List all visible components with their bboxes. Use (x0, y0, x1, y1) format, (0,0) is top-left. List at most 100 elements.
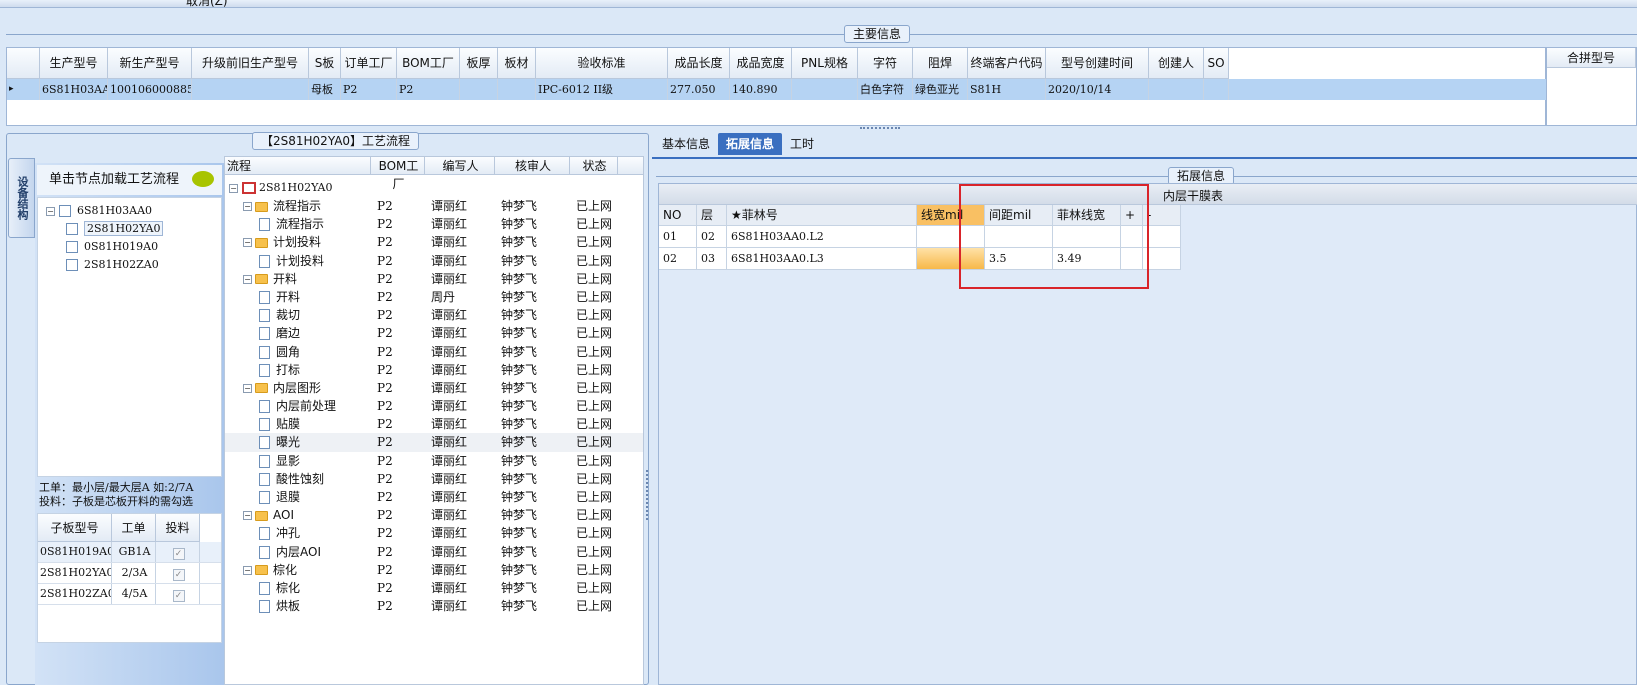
collapse-icon[interactable]: − (243, 565, 252, 575)
tree-node-label: 0S81H019A0 (84, 240, 159, 253)
flow-row[interactable]: 曝光 P2 谭丽红 钟梦飞 已上网 (225, 433, 643, 452)
table-cell: GB1A (112, 542, 156, 562)
side-tab-structure[interactable]: 设备结构 (8, 158, 35, 238)
document-icon (259, 527, 270, 541)
flow-row[interactable]: − 流程指示 P2 谭丽红 钟梦飞 已上网 (225, 197, 643, 215)
column-header[interactable]: 成品长度 (668, 48, 730, 79)
column-header[interactable]: PNL规格 (792, 48, 858, 79)
column-header[interactable]: 板厚 (460, 48, 498, 79)
column-header[interactable]: 新生产型号 (108, 48, 192, 79)
column-header[interactable]: 创建人 (1149, 48, 1204, 79)
tab-extended[interactable]: 拓展信息 (718, 133, 783, 155)
column-header[interactable]: S板 (309, 48, 341, 79)
flow-row[interactable]: − 计划投料 P2 谭丽红 钟梦飞 已上网 (225, 233, 643, 251)
column-header[interactable]: BOM工厂 (371, 157, 425, 191)
column-header[interactable]: 验收标准 (536, 48, 668, 79)
flow-root[interactable]: − 2S81H02YA0 (225, 178, 643, 197)
column-header[interactable]: SO (1204, 48, 1229, 79)
flow-cell-status: 已上网 (576, 362, 613, 377)
table-row[interactable]: 2S81H02YA0 2/3A ✓ (38, 563, 221, 584)
column-header[interactable]: 升级前旧生产型号 (192, 48, 309, 79)
flow-row[interactable]: − 棕化 P2 谭丽红 钟梦飞 已上网 (225, 561, 643, 579)
column-header[interactable]: 核审人 (495, 157, 570, 174)
tree-node[interactable]: − 6S81H03AA0 (38, 202, 221, 220)
tab-hours[interactable]: 工时 (782, 133, 822, 155)
load-hint: 单击节点加载工艺流程 (37, 165, 222, 195)
flow-name: 计划投料 (273, 235, 322, 250)
flow-row[interactable]: − 开料 P2 谭丽红 钟梦飞 已上网 (225, 270, 643, 288)
flow-cell-status: 已上网 (576, 599, 613, 614)
column-header[interactable]: 字符 (858, 48, 913, 79)
column-header[interactable]: 层 (697, 205, 727, 226)
flow-row[interactable]: 计划投料 P2 谭丽红 钟梦飞 已上网 (225, 252, 643, 270)
flow-cell-author: 周丹 (431, 289, 456, 304)
column-header[interactable]: 订单工厂 (341, 48, 397, 79)
column-header[interactable]: 投料 (156, 514, 200, 542)
flow-cell-status: 已上网 (576, 417, 613, 432)
cancel-button[interactable]: 取消(Z) (186, 0, 228, 9)
flow-cell-reviewer: 钟梦飞 (501, 562, 538, 577)
flow-row[interactable]: − AOI P2 谭丽红 钟梦飞 已上网 (225, 506, 643, 524)
checkbox[interactable]: ✓ (172, 590, 185, 602)
collapse-icon[interactable]: − (243, 511, 252, 521)
column-header[interactable]: 型号创建时间 (1046, 48, 1149, 79)
node-icon (59, 205, 71, 217)
column-header[interactable]: 流程 (225, 157, 371, 174)
table-cell: 6S81H03AA0.L3 (727, 248, 917, 269)
flow-row[interactable]: 退膜 P2 谭丽红 钟梦飞 已上网 (225, 488, 643, 506)
collapse-icon[interactable]: − (243, 238, 252, 248)
column-header[interactable]: 状态 (570, 157, 618, 174)
tree-node[interactable]: 0S81H019A0 (38, 238, 221, 256)
flow-row[interactable]: 内层前处理 P2 谭丽红 钟梦飞 已上网 (225, 397, 643, 415)
flow-cell-reviewer: 钟梦飞 (501, 435, 538, 450)
flow-cell-bom: P2 (377, 344, 393, 359)
column-header[interactable]: 阻焊 (913, 48, 968, 79)
checkbox[interactable]: ✓ (172, 569, 185, 581)
collapse-icon[interactable]: − (243, 202, 252, 211)
column-header[interactable]: 工单 (112, 514, 156, 542)
collapse-icon[interactable]: − (46, 206, 55, 216)
flow-row[interactable]: 打标 P2 谭丽红 钟梦飞 已上网 (225, 361, 643, 379)
column-header[interactable]: BOM工厂 (397, 48, 460, 79)
table-row[interactable]: 2S81H02ZA0 4/5A ✓ (38, 584, 221, 605)
flow-row[interactable]: 磨边 P2 谭丽红 钟梦飞 已上网 (225, 324, 643, 342)
flow-row[interactable]: 酸性蚀刻 P2 谭丽红 钟梦飞 已上网 (225, 470, 643, 488)
flow-row[interactable]: 开料 P2 周丹 钟梦飞 已上网 (225, 288, 643, 306)
table-cell: ✓ (156, 584, 200, 604)
flow-row[interactable]: 显影 P2 谭丽红 钟梦飞 已上网 (225, 452, 643, 470)
column-header[interactable]: NO (659, 205, 697, 226)
flow-row[interactable]: − 内层图形 P2 谭丽红 钟梦飞 已上网 (225, 379, 643, 397)
tree-node[interactable]: 2S81H02ZA0 (38, 256, 221, 274)
flow-name: 流程指示 (273, 199, 322, 213)
flow-cell-bom: P2 (377, 508, 393, 523)
flow-cell-author: 谭丽红 (431, 580, 468, 595)
collapse-icon[interactable]: − (243, 274, 252, 284)
flow-row[interactable]: 冲孔 P2 谭丽红 钟梦飞 已上网 (225, 524, 643, 542)
flow-row[interactable]: 棕化 P2 谭丽红 钟梦飞 已上网 (225, 579, 643, 597)
column-header[interactable]: 终端客户代码 (968, 48, 1046, 79)
flow-cell-status: 已上网 (576, 562, 613, 577)
column-header[interactable]: 板材 (498, 48, 536, 79)
flow-row[interactable]: 烘板 P2 谭丽红 钟梦飞 已上网 (225, 597, 643, 615)
tree-node[interactable]: 2S81H02YA0 (38, 220, 221, 238)
table-row[interactable]: ▸6S81H03AA010010600088593母板P2P2IPC-6012 … (7, 79, 1547, 100)
flow-cell-bom: P2 (377, 599, 393, 614)
column-header[interactable]: 成品宽度 (730, 48, 792, 79)
vertical-splitter[interactable] (646, 470, 650, 520)
checkbox[interactable]: ✓ (172, 548, 185, 560)
collapse-icon[interactable]: − (243, 383, 252, 393)
column-header[interactable]: ★菲林号 (727, 205, 917, 226)
flow-cell-author: 谭丽红 (431, 471, 468, 486)
tab-basic[interactable]: 基本信息 (654, 133, 718, 155)
flow-row[interactable]: 内层AOI P2 谭丽红 钟梦飞 已上网 (225, 543, 643, 561)
column-header[interactable]: 编写人 (425, 157, 495, 174)
column-header[interactable]: 生产型号 (40, 48, 108, 79)
flow-row[interactable]: 流程指示 P2 谭丽红 钟梦飞 已上网 (225, 215, 643, 233)
splitter-handle[interactable] (860, 127, 900, 131)
table-row[interactable]: 0S81H019A0 GB1A ✓ (38, 542, 221, 563)
flow-row[interactable]: 圆角 P2 谭丽红 钟梦飞 已上网 (225, 343, 643, 361)
column-header[interactable]: 子板型号 (38, 514, 112, 542)
flow-row[interactable]: 裁切 P2 谭丽红 钟梦飞 已上网 (225, 306, 643, 324)
collapse-icon[interactable]: − (229, 183, 238, 193)
flow-row[interactable]: 贴膜 P2 谭丽红 钟梦飞 已上网 (225, 415, 643, 433)
